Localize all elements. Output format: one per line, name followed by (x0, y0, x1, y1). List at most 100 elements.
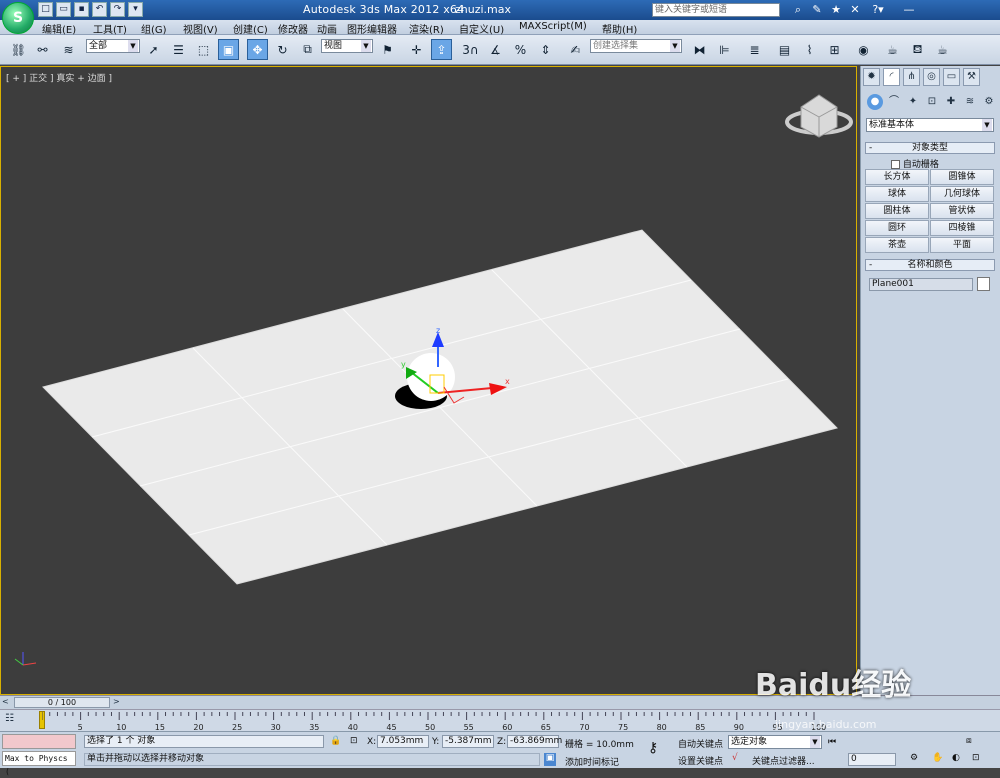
mini-curve-editor-icon[interactable]: ☷ (5, 713, 27, 727)
undo-icon[interactable]: ↶ (92, 2, 107, 17)
hierarchy-tab-icon[interactable]: ⋔ (903, 68, 920, 86)
tube-button[interactable]: 管状体 (930, 203, 994, 219)
ref-coord-select[interactable]: 视图 ▼ (321, 39, 373, 53)
search-input[interactable]: 键入关键字或短语 (652, 3, 780, 17)
set-key-button[interactable]: 设置关键点 (678, 754, 723, 767)
prev-frame-icon[interactable]: < (2, 697, 12, 708)
star-icon[interactable]: ★ (828, 2, 844, 17)
maxscript-mini-input[interactable]: Max to Physcs ( (2, 751, 76, 776)
render-frame-icon[interactable]: ⛾ (907, 39, 928, 60)
lights-category-icon[interactable]: ✦ (905, 94, 921, 110)
box-button[interactable]: 长方体 (865, 169, 929, 185)
select-move-icon[interactable]: ✥ (247, 39, 268, 60)
rect-selection-icon[interactable]: ⬚ (193, 39, 214, 60)
curve-editor-icon[interactable]: ⌇ (799, 39, 820, 60)
key-icon[interactable]: ⚷ (648, 740, 658, 756)
torus-button[interactable]: 圆环 (865, 220, 929, 236)
menu-help[interactable]: 帮助(H) (602, 21, 637, 36)
select-object-icon[interactable]: ➚ (143, 39, 164, 60)
angle-snap-icon[interactable]: ∡ (485, 39, 506, 60)
y-coordinate-field[interactable]: -5.387mm (442, 735, 494, 748)
binoculars-icon[interactable]: ⌕ (790, 2, 806, 17)
modify-tab-icon[interactable]: ◜ (883, 68, 900, 86)
name-color-rollout[interactable]: - 名称和颜色 (865, 259, 995, 271)
next-frame-icon[interactable]: > (113, 697, 123, 708)
cylinder-button[interactable]: 圆柱体 (865, 203, 929, 219)
tools-icon[interactable]: ✎ (809, 2, 825, 17)
menu-maxscript[interactable]: MAXScript(M) (519, 21, 587, 32)
teapot-button[interactable]: 茶壶 (865, 237, 929, 253)
key-filters-button[interactable]: 关键点过滤器... (752, 754, 815, 767)
time-config-icon[interactable]: ⚙ (910, 753, 918, 763)
current-frame-field[interactable]: 0 (848, 753, 896, 766)
named-selection-select[interactable]: 创建选择集 ▼ (590, 39, 682, 53)
pan-icon[interactable]: ✋ (932, 753, 943, 763)
render-setup-icon[interactable]: ☕ (882, 39, 903, 60)
close-search-icon[interactable]: ✕ (847, 2, 863, 17)
object-color-swatch[interactable] (977, 277, 990, 291)
percent-snap-icon[interactable]: % (510, 39, 531, 60)
frame-counter[interactable]: 0 / 100 (14, 697, 110, 708)
link-icon[interactable]: ⛓ (8, 39, 29, 60)
object-name-input[interactable]: Plane001 (869, 278, 973, 291)
open-icon[interactable]: ▭ (56, 2, 71, 17)
absolute-mode-icon[interactable]: ⊡ (350, 736, 358, 746)
sphere-button[interactable]: 球体 (865, 186, 929, 202)
helpers-category-icon[interactable]: ✚ (943, 94, 959, 110)
save-icon[interactable]: ▪ (74, 2, 89, 17)
pivot-center-icon[interactable]: ⚑ (377, 39, 398, 60)
shapes-category-icon[interactable]: ⌒ (886, 94, 902, 110)
menu-graph-editors[interactable]: 图形编辑器 (347, 21, 397, 36)
auto-key-button[interactable]: 自动关键点 (678, 737, 723, 750)
schematic-view-icon[interactable]: ⊞ (824, 39, 845, 60)
menu-customize[interactable]: 自定义(U) (459, 21, 504, 36)
edit-named-sel-icon[interactable]: ✍ (565, 39, 586, 60)
minimize-icon[interactable]: — (901, 2, 917, 17)
render-production-icon[interactable]: ☕ (932, 39, 953, 60)
z-coordinate-field[interactable]: -63.869mm (507, 735, 562, 748)
systems-category-icon[interactable]: ⚙ (981, 94, 997, 110)
key-filter-icon[interactable]: √ (732, 753, 738, 763)
lock-icon[interactable]: 🔒 (330, 736, 341, 746)
select-rotate-icon[interactable]: ↻ (272, 39, 293, 60)
cone-button[interactable]: 圆锥体 (930, 169, 994, 185)
geosphere-button[interactable]: 几何球体 (930, 186, 994, 202)
x-coordinate-field[interactable]: 7.053mm (377, 735, 429, 748)
category-select[interactable]: 标准基本体 ▼ (866, 118, 994, 132)
spinner-snap-icon[interactable]: ⇕ (535, 39, 556, 60)
create-tab-icon[interactable]: ✹ (863, 68, 880, 86)
object-type-rollout[interactable]: - 对象类型 (865, 142, 995, 154)
goto-start-icon[interactable]: ⏮ (828, 737, 836, 747)
redo-icon[interactable]: ↷ (110, 2, 125, 17)
help-icon[interactable]: ?▾ (866, 2, 890, 17)
menu-tools[interactable]: 工具(T) (93, 21, 127, 36)
display-tab-icon[interactable]: ▭ (943, 68, 960, 86)
layer-manager-icon[interactable]: ≣ (744, 39, 765, 60)
utilities-tab-icon[interactable]: ⚒ (963, 68, 980, 86)
maximize-viewport-icon[interactable]: ⊡ (972, 753, 980, 763)
material-editor-icon[interactable]: ◉ (853, 39, 874, 60)
select-manipulate-icon[interactable]: ✛ (406, 39, 427, 60)
select-by-name-icon[interactable]: ☰ (168, 39, 189, 60)
unlink-icon[interactable]: ⚯ (32, 39, 53, 60)
mirror-icon[interactable]: ⧓ (689, 39, 710, 60)
motion-tab-icon[interactable]: ◎ (923, 68, 940, 86)
menu-group[interactable]: 组(G) (141, 21, 167, 36)
menu-modifiers[interactable]: 修改器 (278, 21, 308, 36)
new-icon[interactable]: □ (38, 2, 53, 17)
pyramid-button[interactable]: 四棱锥 (930, 220, 994, 236)
cameras-category-icon[interactable]: ⊡ (924, 94, 940, 110)
orbit-icon[interactable]: ◐ (952, 753, 960, 763)
selection-filter-select[interactable]: 全部 ▼ (86, 39, 140, 53)
plane-button[interactable]: 平面 (930, 237, 994, 253)
menu-view[interactable]: 视图(V) (183, 21, 218, 36)
add-time-tag[interactable]: 添加时间标记 (565, 755, 619, 768)
ribbon-icon[interactable]: ▤ (774, 39, 795, 60)
time-tag-icon[interactable]: ▣ (544, 753, 556, 766)
align-icon[interactable]: ⊫ (714, 39, 735, 60)
menu-edit[interactable]: 编辑(E) (42, 21, 76, 36)
maxscript-listener[interactable] (2, 734, 76, 749)
window-crossing-icon[interactable]: ▣ (218, 39, 239, 60)
app-menu-button[interactable]: S (2, 2, 34, 34)
geometry-category-icon[interactable]: ● (867, 94, 883, 110)
